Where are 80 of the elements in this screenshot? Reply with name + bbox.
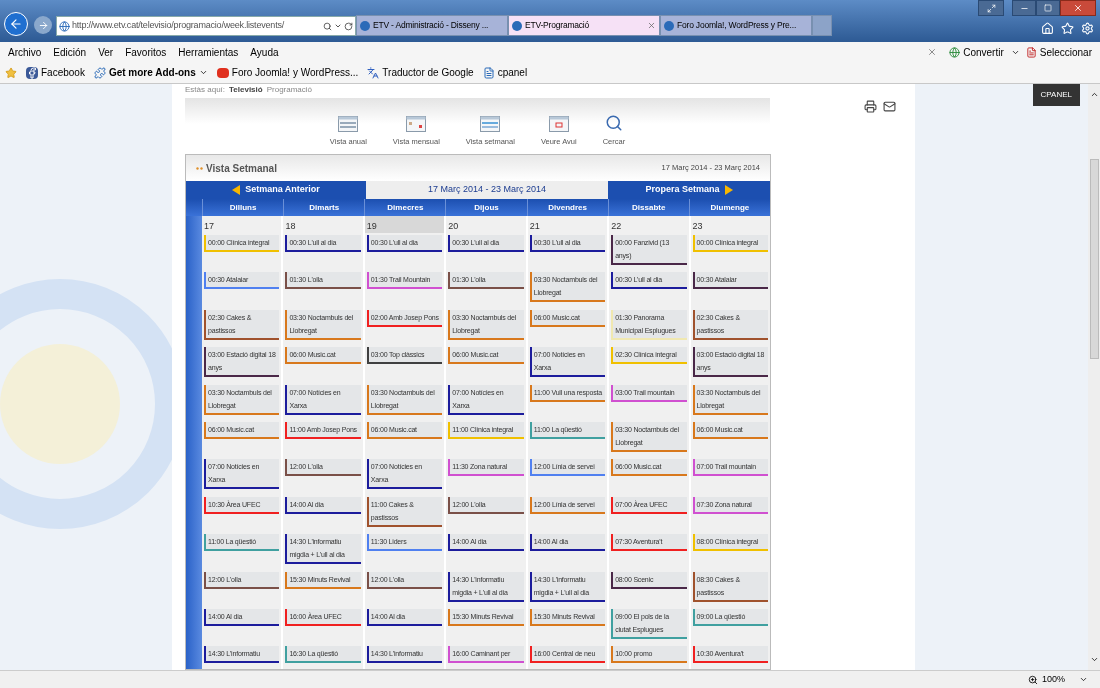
zoom-level[interactable]: 100% (1041, 672, 1065, 687)
menu-item[interactable]: Favoritos (125, 44, 167, 60)
favorite-link[interactable]: Facebook (26, 65, 85, 80)
date-number[interactable]: 21 (527, 216, 608, 233)
globe-icon (59, 20, 70, 32)
close-tab-icon[interactable] (647, 21, 656, 30)
favorite-link[interactable]: cpanel (482, 65, 528, 80)
date-number[interactable]: 19 (364, 216, 445, 233)
tab-favicon-icon (360, 20, 370, 31)
breadcrumb-item[interactable]: Televisió (229, 84, 263, 96)
breadcrumb-item[interactable]: Programació (266, 84, 313, 96)
document-icon (1025, 46, 1037, 58)
forum-icon (216, 67, 229, 78)
cpanel-button[interactable]: CPANEL (1032, 84, 1080, 106)
breadcrumb-item: Estàs aquí: (185, 84, 226, 96)
facebook-icon (26, 66, 38, 79)
favorite-link[interactable]: Traductor de Google (367, 65, 474, 80)
left-arrow-icon (232, 185, 241, 195)
calendar-icon (480, 115, 501, 132)
resize-icon (986, 3, 996, 13)
translate-icon (367, 66, 380, 79)
date-number[interactable]: 22 (609, 216, 689, 233)
back-button[interactable] (4, 12, 28, 36)
back-arrow-icon (9, 17, 23, 31)
puzzle-icon (93, 66, 106, 79)
browser-tab[interactable]: ETV-Programació (508, 15, 660, 36)
caret-icon[interactable] (1079, 675, 1088, 684)
maximize-button[interactable] (1036, 0, 1060, 16)
menu-item[interactable]: Edición (53, 44, 87, 60)
right-arrow-icon (724, 185, 733, 195)
close-icon (1073, 3, 1083, 13)
favorite-link[interactable]: Foro Joomla! y WordPress... (216, 65, 359, 80)
maximize-icon (1044, 4, 1052, 12)
scroll-up-icon[interactable] (1089, 90, 1099, 99)
menu-item[interactable]: Herramientas (178, 44, 239, 60)
toolbar-button[interactable]: Seleccionar (1025, 44, 1092, 60)
close-button[interactable] (1060, 0, 1096, 16)
scroll-down-icon[interactable] (1089, 655, 1099, 664)
print-icon[interactable] (864, 100, 877, 113)
address-field[interactable]: http://www.etv.cat/televisio/programacio/week.listevents/ (56, 16, 356, 36)
mail-icon[interactable] (883, 100, 896, 113)
restore-button[interactable] (978, 0, 1004, 16)
date-number[interactable]: 17 (202, 216, 282, 233)
menu-item[interactable]: Archivo (8, 44, 42, 60)
menu-item[interactable]: Ayuda (250, 44, 279, 60)
tab-favicon-icon (512, 20, 522, 31)
home-icon[interactable] (1041, 22, 1054, 35)
search-icon[interactable] (323, 21, 332, 31)
date-number[interactable]: 20 (446, 216, 526, 233)
settings-icon[interactable] (1081, 22, 1094, 35)
calendar-icon (406, 115, 427, 132)
tab-favicon-icon (664, 20, 674, 31)
close-icon[interactable] (927, 47, 938, 57)
menu-item[interactable]: Ver (98, 44, 114, 60)
favorite-link[interactable]: Get more Add-ons (93, 65, 208, 80)
zoom-icon (1027, 674, 1038, 685)
page-icon (482, 66, 495, 79)
favorites-icon[interactable] (1061, 22, 1074, 35)
forward-arrow-icon (37, 19, 49, 31)
browser-tab[interactable]: ETV - Administració - Disseny ... (356, 15, 508, 36)
globe-icon (949, 46, 961, 58)
calendar-title: Vista Setmanal (206, 161, 277, 176)
date-number[interactable]: 18 (283, 216, 363, 233)
next-week-button[interactable]: Propera Setmana (608, 181, 770, 199)
search-icon (604, 113, 623, 132)
forward-button[interactable] (34, 16, 52, 34)
browser-tab[interactable]: Foro Joomla!, WordPress y Pre... (660, 15, 812, 36)
date-number[interactable]: 23 (690, 216, 770, 233)
dropdown-caret-icon[interactable] (334, 22, 342, 30)
scrollbar-thumb[interactable] (1089, 159, 1099, 359)
current-week-label: 17 Març 2014 - 23 Març 2014 (366, 181, 608, 199)
calendar-icon (338, 115, 359, 132)
refresh-icon[interactable] (344, 21, 353, 31)
caret-icon (198, 68, 208, 77)
calendar-icon (548, 115, 569, 132)
star-icon[interactable] (5, 66, 17, 79)
bullet-icon (196, 166, 203, 170)
toolbar-button[interactable]: Convertir (949, 44, 1020, 60)
scrollbar[interactable] (1088, 84, 1100, 670)
previous-week-button[interactable]: Setmana Anterior (186, 181, 366, 199)
